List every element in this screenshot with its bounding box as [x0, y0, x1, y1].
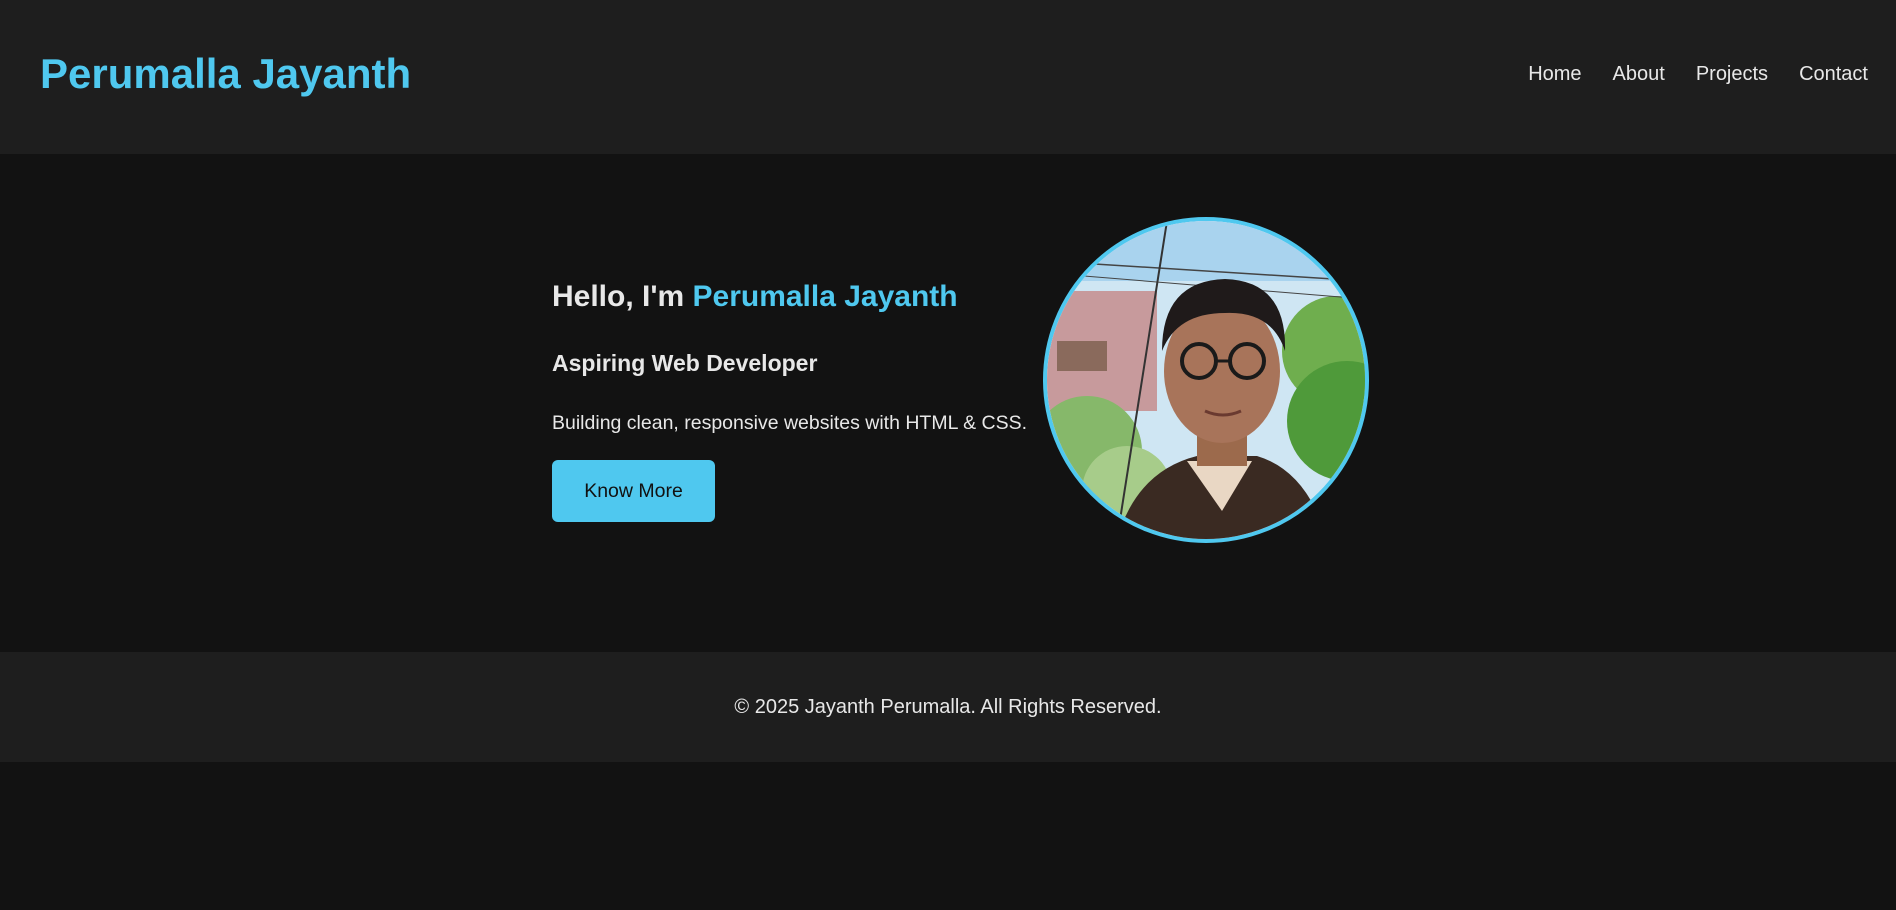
nav-link-home[interactable]: Home	[1528, 60, 1581, 88]
brand-logo[interactable]: Perumalla Jayanth	[40, 48, 411, 100]
site-footer: © 2025 Jayanth Perumalla. All Rights Res…	[0, 652, 1896, 762]
nav-link-about[interactable]: About	[1613, 60, 1665, 88]
main-nav: Home About Projects Contact	[1528, 60, 1868, 88]
hero-subtitle: Aspiring Web Developer	[552, 350, 818, 376]
greeting-prefix: Hello, I'm	[552, 280, 693, 313]
nav-link-contact[interactable]: Contact	[1799, 60, 1868, 88]
know-more-button[interactable]: Know More	[552, 460, 715, 522]
hero-greeting: Hello, I'm Perumalla Jayanth	[552, 278, 958, 316]
greeting-name: Perumalla Jayanth	[692, 280, 958, 313]
profile-photo-illustration	[1047, 221, 1365, 539]
hero-tagline: Building clean, responsive websites with…	[552, 412, 1028, 434]
copyright-text: © 2025 Jayanth Perumalla. All Rights Res…	[734, 696, 1162, 718]
profile-photo	[1043, 217, 1369, 543]
nav-link-projects[interactable]: Projects	[1696, 60, 1768, 88]
hero-section: Hello, I'm Perumalla Jayanth Aspiring We…	[0, 154, 1896, 652]
site-header: Perumalla Jayanth Home About Projects Co…	[0, 0, 1896, 154]
